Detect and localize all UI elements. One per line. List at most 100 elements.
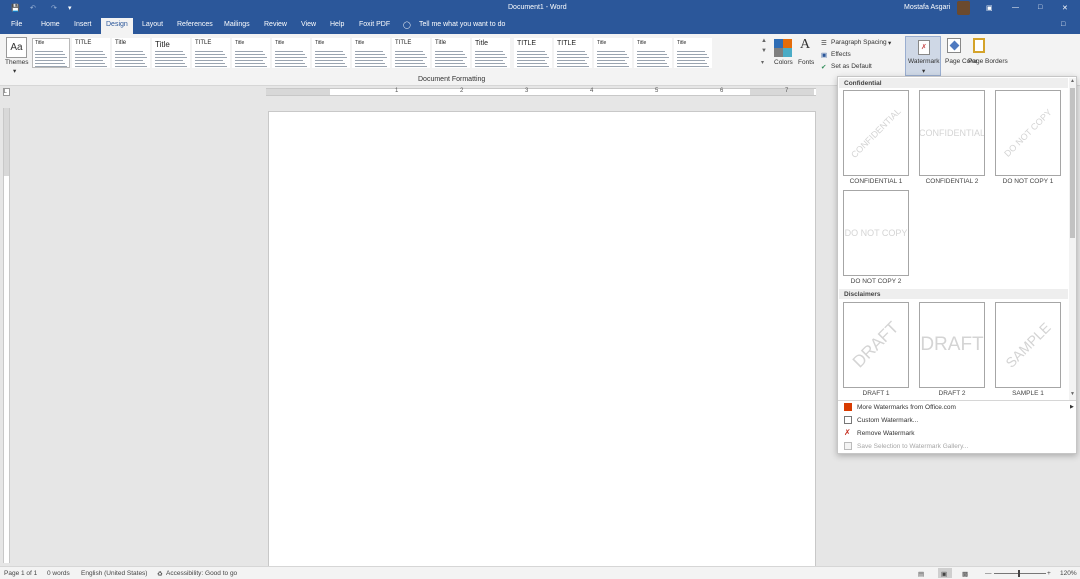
style-set-thumbnail[interactable]: Title <box>352 38 390 68</box>
gallery-scroll-down-icon[interactable]: ▼ <box>761 48 767 54</box>
page-borders-icon[interactable] <box>973 38 985 53</box>
scroll-thumb[interactable] <box>1070 88 1075 238</box>
save-icon[interactable]: 💾 <box>11 4 20 12</box>
zoom-level[interactable]: 120% <box>1060 570 1077 577</box>
tab-help[interactable]: Help <box>330 21 344 28</box>
gallery-scroll-up-icon[interactable]: ▲ <box>761 38 767 44</box>
page-count[interactable]: Page 1 of 1 <box>4 570 37 577</box>
style-preview-line <box>355 54 385 55</box>
comments-icon[interactable]: □ <box>1061 21 1065 28</box>
style-set-thumbnail[interactable]: Title <box>32 38 70 68</box>
ruler-number: 3 <box>525 88 529 94</box>
watermark-confidential-2[interactable]: CONFIDENTIAL <box>919 90 985 176</box>
watermark-preview-text: CONFIDENTIAL <box>919 128 985 138</box>
watermark-do-not-copy-2[interactable]: DO NOT COPY <box>843 190 909 276</box>
page-borders-button[interactable]: Page Borders <box>968 58 1008 65</box>
tab-review[interactable]: Review <box>264 21 287 28</box>
tab-home[interactable]: Home <box>41 21 60 28</box>
tab-design[interactable]: Design <box>101 18 133 34</box>
menu-item-label: Custom Watermark... <box>857 417 919 424</box>
user-name[interactable]: Mostafa Asgari <box>904 4 950 11</box>
gallery-scrollbar[interactable]: ▲ ▼ <box>1069 78 1076 400</box>
minimize-icon[interactable]: — <box>1012 4 1019 11</box>
tab-view[interactable]: View <box>301 21 316 28</box>
paragraph-spacing-button[interactable]: Paragraph Spacing <box>831 39 887 46</box>
style-set-thumbnail[interactable]: Title <box>634 38 672 68</box>
zoom-out-icon[interactable]: — <box>985 570 992 577</box>
horizontal-ruler[interactable]: 1 2 3 4 5 6 7 <box>266 88 816 96</box>
avatar[interactable] <box>957 1 970 15</box>
style-set-thumbnail[interactable]: TITLE <box>514 38 552 68</box>
style-set-thumbnail[interactable]: TITLE <box>192 38 230 68</box>
style-set-thumbnail[interactable]: Title <box>112 38 150 68</box>
themes-dropdown-icon[interactable]: ▾ <box>13 67 16 75</box>
zoom-slider-handle[interactable] <box>1018 570 1020 577</box>
themes-icon[interactable]: Aa <box>6 37 27 58</box>
undo-icon[interactable]: ↶ <box>30 4 36 12</box>
style-set-thumbnail[interactable]: TITLE <box>392 38 430 68</box>
custom-watermark-menu-item[interactable]: Custom Watermark... <box>840 414 1074 427</box>
watermark-draft-1[interactable]: DRAFT <box>843 302 909 388</box>
effects-button[interactable]: Effects <box>831 51 851 58</box>
watermark-sample-1[interactable]: SAMPLE <box>995 302 1061 388</box>
paragraph-spacing-dropdown-icon[interactable]: ▾ <box>888 39 891 47</box>
maximize-icon[interactable]: □ <box>1038 4 1042 11</box>
watermark-button[interactable]: ✗ Watermark ▾ <box>905 36 941 76</box>
style-preview-line <box>475 66 507 67</box>
style-set-thumbnail[interactable]: Title <box>674 38 712 68</box>
zoom-in-icon[interactable]: + <box>1047 570 1051 577</box>
remove-watermark-menu-item[interactable]: ✗ Remove Watermark <box>840 427 1074 440</box>
tab-file[interactable]: File <box>11 21 22 28</box>
style-set-thumbnail[interactable]: Title <box>594 38 632 68</box>
document-page[interactable] <box>268 111 816 569</box>
themes-label[interactable]: Themes <box>5 59 28 66</box>
ribbon-display-options-icon[interactable]: ▣ <box>986 4 993 12</box>
scroll-up-icon[interactable]: ▲ <box>1070 78 1075 84</box>
style-set-thumbnail[interactable]: Title <box>272 38 310 68</box>
tab-layout[interactable]: Layout <box>142 21 163 28</box>
zoom-slider[interactable] <box>994 573 1046 574</box>
read-mode-icon[interactable]: ▤ <box>918 570 924 578</box>
language-status[interactable]: English (United States) <box>81 570 147 577</box>
style-set-thumbnail[interactable]: TITLE <box>72 38 110 68</box>
style-set-thumbnail[interactable]: Title <box>232 38 270 68</box>
watermark-confidential-1[interactable]: CONFIDENTIAL <box>843 90 909 176</box>
redo-icon[interactable]: ↷ <box>51 4 57 12</box>
tab-foxit-pdf[interactable]: Foxit PDF <box>359 21 390 28</box>
style-set-thumbnail[interactable]: Title <box>472 38 510 68</box>
style-set-thumbnail[interactable]: Title <box>152 38 190 68</box>
watermark-icon: ✗ <box>918 40 930 55</box>
fonts-label[interactable]: Fonts <box>798 59 814 66</box>
style-preview-line <box>435 51 463 52</box>
print-layout-icon: ▣ <box>941 571 948 578</box>
watermark-draft-2[interactable]: DRAFT <box>919 302 985 388</box>
fonts-icon[interactable]: A <box>800 37 810 53</box>
colors-label[interactable]: Colors <box>774 59 793 66</box>
style-preview-line <box>597 63 627 64</box>
page-color-icon[interactable] <box>947 38 961 53</box>
style-set-thumbnail[interactable]: Title <box>432 38 470 68</box>
web-layout-icon[interactable]: ▩ <box>962 570 968 578</box>
tab-insert[interactable]: Insert <box>74 21 92 28</box>
colors-icon[interactable] <box>774 39 792 57</box>
style-set-thumbnail[interactable]: TITLE <box>554 38 592 68</box>
close-icon[interactable]: ✕ <box>1062 4 1068 12</box>
scroll-down-icon[interactable]: ▼ <box>1070 391 1075 397</box>
set-as-default-button[interactable]: Set as Default <box>831 63 872 70</box>
gallery-more-icon[interactable]: ▾ <box>761 59 764 66</box>
vertical-ruler[interactable] <box>3 108 10 563</box>
style-set-thumbnail[interactable]: Title <box>312 38 350 68</box>
tab-references[interactable]: References <box>177 21 213 28</box>
tell-me-search[interactable]: Tell me what you want to do <box>419 21 505 28</box>
word-count[interactable]: 0 words <box>47 570 70 577</box>
more-watermarks-menu-item[interactable]: More Watermarks from Office.com ▶ <box>840 401 1074 414</box>
office-icon <box>844 403 852 411</box>
style-preview-line <box>35 63 65 64</box>
watermark-do-not-copy-1[interactable]: DO NOT COPY <box>995 90 1061 176</box>
tab-mailings[interactable]: Mailings <box>224 21 250 28</box>
watermark-preview-text: CONFIDENTIAL <box>849 106 903 160</box>
style-preview-line <box>475 63 505 64</box>
tab-selector[interactable]: L <box>3 88 10 96</box>
customize-quick-access-icon[interactable]: ▾ <box>68 4 72 12</box>
accessibility-status[interactable]: Accessibility: Good to go <box>166 570 237 577</box>
